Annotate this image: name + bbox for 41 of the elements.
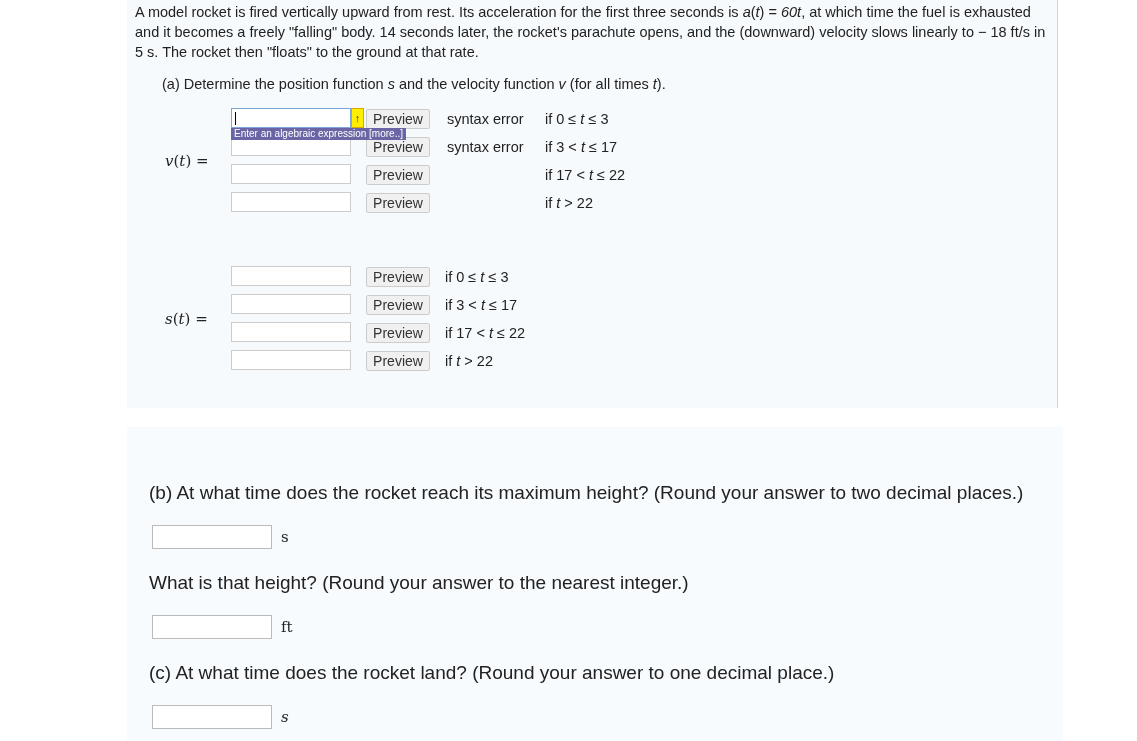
question-text: What is that height? (Round your answer to the nearest integer.): [149, 571, 690, 595]
answer-field[interactable]: [231, 108, 351, 128]
answer-field[interactable]: [152, 615, 272, 639]
unit-label: s: [281, 708, 289, 726]
question-text: (b) At what time does the rocket reach its maximum height? (Round your answer to two decimal places.): [149, 481, 1025, 505]
status-text: syntax error: [447, 139, 525, 155]
more-link[interactable]: [more..]: [369, 128, 403, 139]
unit-label: ft: [281, 618, 293, 636]
answer-field[interactable]: [231, 322, 351, 342]
answer-field[interactable]: [152, 705, 272, 729]
condition-text: if t > 22: [445, 353, 493, 369]
text-cursor: [235, 112, 236, 125]
preview-button[interactable]: Preview: [366, 165, 430, 185]
condition-text: if 0 ≤ t ≤ 3: [445, 269, 509, 285]
condition-text: if 0 ≤ t ≤ 3: [545, 111, 609, 127]
preview-button[interactable]: Preview: [366, 295, 430, 315]
condition-text: if t > 22: [545, 195, 593, 211]
answer-field[interactable]: [231, 266, 351, 286]
preview-button[interactable]: Preview: [366, 351, 430, 371]
preview-button[interactable]: Preview: [366, 267, 430, 287]
condition-text: if 17 < t ≤ 22: [445, 325, 526, 341]
answer-field[interactable]: [231, 294, 351, 314]
status-text: syntax error: [447, 111, 525, 127]
preview-button[interactable]: Preview: [366, 193, 430, 213]
condition-text: if 3 < t ≤ 17: [445, 297, 518, 313]
answer-field[interactable]: [231, 164, 351, 184]
answer-field[interactable]: [231, 192, 351, 212]
condition-text: if 3 < t ≤ 17: [545, 139, 618, 155]
answer-field[interactable]: [231, 350, 351, 370]
problem-text: A model rocket is fired vertically upward from rest. Its acceleration for the first three seconds is a(t) = 60t, at which time the fuel is exhausted and it becomes a freely "falling" body. 14 seconds later, the rocket's parachute opens, and the (downward) velocity slows linearly to − 18 ft/s in 5 s. The rocket then "floats" to the ground at that rate.: [135, 3, 1047, 62]
condition-text: if 17 < t ≤ 22: [545, 167, 626, 183]
function-label: v(t) =: [165, 152, 210, 170]
preview-button[interactable]: Preview: [366, 323, 430, 343]
tooltip-text: Enter an algebraic expression: [234, 128, 367, 139]
preview-button[interactable]: Preview: [366, 109, 430, 129]
unit-label: s: [281, 528, 289, 546]
answer-field[interactable]: [152, 525, 272, 549]
question-text: (a) Determine the position function s and the velocity function v (for all times t).: [162, 75, 667, 94]
function-label: s(t) =: [165, 310, 209, 328]
hint-button[interactable]: ↑: [351, 108, 364, 128]
question-text: (c) At what time does the rocket land? (Round your answer to one decimal place.): [149, 661, 836, 685]
